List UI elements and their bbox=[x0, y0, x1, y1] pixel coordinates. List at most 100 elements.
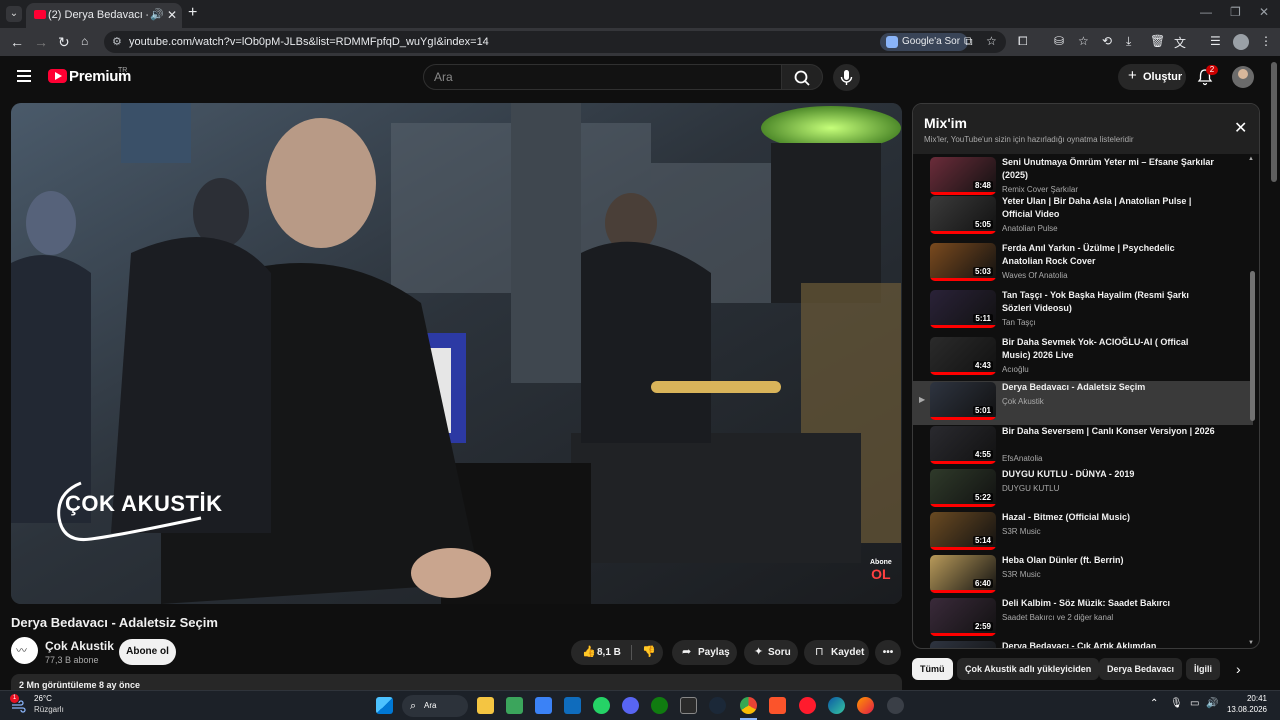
ask-button[interactable]: ✦ Soru bbox=[744, 640, 798, 665]
cast-icon[interactable]: ⧉ bbox=[964, 34, 973, 49]
chrome-menu-icon[interactable]: ⋮ bbox=[1260, 34, 1272, 48]
playlist-item[interactable]: 5:22 DUYGU KUTLU - DÜNYA - 2019 DUYGU KUTL… bbox=[913, 468, 1253, 512]
minimize-icon[interactable]: — bbox=[1200, 5, 1212, 19]
site-info-icon[interactable]: ⚙ bbox=[112, 35, 122, 48]
channel-name[interactable]: Çok Akustik bbox=[45, 639, 114, 653]
playlist-item[interactable]: 6:40 Heba Olan Dünler (ft. Berrin) S3R Mus… bbox=[913, 554, 1253, 598]
playlist-item-title[interactable]: Heba Olan Dünler (ft. Berrin) bbox=[1002, 554, 1217, 567]
ask-google-button[interactable]: Google'a Sor bbox=[880, 33, 969, 51]
more-actions-button[interactable]: ••• bbox=[875, 640, 901, 665]
bookmarks-icon[interactable]: ☆ bbox=[1078, 34, 1089, 48]
playlist-thumbnail[interactable]: 4:43 bbox=[930, 337, 996, 375]
youtube-logo-icon[interactable] bbox=[48, 69, 67, 83]
scroll-down-icon[interactable]: ▼ bbox=[1248, 640, 1254, 646]
playlist-item-title[interactable]: Bir Daha Seversem | Canlı Konser Versiyo… bbox=[1002, 425, 1217, 438]
volume-icon[interactable]: 🔊 bbox=[1206, 698, 1218, 709]
chrome-icon[interactable] bbox=[740, 697, 757, 714]
address-bar[interactable]: ⚙ youtube.com/watch?v=lOb0pM-JLBs&list=R… bbox=[104, 31, 1006, 53]
new-tab-button[interactable]: + bbox=[188, 4, 197, 22]
app-icon[interactable] bbox=[506, 697, 523, 714]
close-tab-icon[interactable]: ✕ bbox=[167, 8, 177, 22]
voice-search-button[interactable] bbox=[833, 64, 860, 91]
playlist-thumbnail[interactable]: 4:55 bbox=[930, 426, 996, 464]
playlist-item-title[interactable]: Deli Kalbim - Söz Müzik: Saadet Bakırcı bbox=[1002, 597, 1217, 610]
playlist-item[interactable]: 4:55 Bir Daha Seversem | Canlı Konser Ver… bbox=[913, 425, 1253, 469]
menu-icon[interactable] bbox=[17, 70, 31, 82]
playlist-item-title[interactable]: Ferda Anıl Yarkın - Üzülme | Psychedelic… bbox=[1002, 242, 1217, 268]
playlist-item-title[interactable]: Derya Bedavacı - Adaletsiz Seçim bbox=[1002, 381, 1217, 394]
playlist-thumbnail[interactable]: 5:11 bbox=[930, 290, 996, 328]
create-button[interactable]: + Oluştur bbox=[1118, 64, 1186, 90]
playlist-item[interactable]: 4:43 Bir Daha Sevmek Yok- ACIOĞLU-AI ( Of… bbox=[913, 336, 1253, 380]
whatsapp-icon[interactable] bbox=[593, 697, 610, 714]
close-window-icon[interactable]: ✕ bbox=[1259, 5, 1269, 19]
search-input[interactable] bbox=[434, 69, 764, 85]
windows-start-icon[interactable] bbox=[376, 697, 393, 714]
playlist-item[interactable]: Derya Bedavacı - Çık Artık Aklımdan bbox=[913, 640, 1253, 648]
url-text[interactable]: youtube.com/watch?v=lOb0pM-JLBs&list=RDM… bbox=[129, 36, 489, 48]
save-button[interactable]: ⊓ Kaydet bbox=[804, 640, 869, 665]
playlist-item-title[interactable]: Yeter Ulan | Bir Daha Asla | Anatolian P… bbox=[1002, 195, 1217, 221]
brave-icon[interactable] bbox=[769, 697, 786, 714]
filter-chip[interactable]: Tümü bbox=[912, 658, 953, 680]
playlist-thumbnail[interactable]: 8:48 bbox=[930, 157, 996, 195]
network-icon[interactable]: ▭ bbox=[1190, 698, 1199, 709]
scroll-up-icon[interactable]: ▲ bbox=[1248, 156, 1254, 162]
channel-avatar[interactable] bbox=[11, 637, 38, 664]
firefox-icon[interactable] bbox=[857, 697, 874, 714]
playlist-item[interactable]: 2:59 Deli Kalbim - Söz Müzik: Saadet Bakı… bbox=[913, 597, 1253, 641]
playlist-item-title[interactable]: Tan Taşçı - Yok Başka Hayalim (Resmi Şar… bbox=[1002, 289, 1217, 315]
playlist-thumbnail[interactable] bbox=[930, 641, 996, 648]
playlist-item[interactable]: 5:03 Ferda Anıl Yarkın - Üzülme | Psyched… bbox=[913, 242, 1253, 286]
reading-list-icon[interactable]: ☰ bbox=[1210, 34, 1221, 48]
store-icon[interactable] bbox=[535, 697, 552, 714]
subscribe-button[interactable]: Abone ol bbox=[119, 639, 176, 665]
download-icon[interactable]: ⤓ bbox=[1126, 34, 1131, 49]
file-explorer-icon[interactable] bbox=[477, 697, 494, 714]
account-avatar[interactable] bbox=[1232, 66, 1254, 88]
forward-icon[interactable]: → bbox=[34, 34, 48, 50]
clock-time[interactable]: 20:41 bbox=[1229, 694, 1267, 703]
home-icon[interactable]: ⌂ bbox=[81, 34, 88, 48]
filter-chip[interactable]: İlgili bbox=[1186, 658, 1220, 680]
like-icon[interactable]: 👍 bbox=[582, 640, 596, 665]
playlist-thumbnail[interactable]: 5:03 bbox=[930, 243, 996, 281]
playlist-thumbnail[interactable]: 6:40 bbox=[930, 555, 996, 593]
playlist-item[interactable]: ▶ 5:01 Derya Bedavacı - Adaletsiz Seçim Çok… bbox=[913, 381, 1253, 425]
search-button[interactable] bbox=[781, 64, 823, 90]
subscribe-overlay-badge[interactable]: Abone OL bbox=[870, 559, 892, 582]
tab-search-button[interactable]: ⌄ bbox=[6, 6, 22, 22]
epic-games-icon[interactable] bbox=[680, 697, 697, 714]
playlist-title[interactable]: Mix'im bbox=[924, 115, 967, 131]
playlist-thumbnail[interactable]: 5:22 bbox=[930, 469, 996, 507]
video-player[interactable]: ÇOK AKUSTİK Abone OL bbox=[11, 103, 902, 604]
history-icon[interactable]: ⟲ bbox=[1102, 34, 1112, 48]
chips-next-icon[interactable]: › bbox=[1236, 661, 1241, 677]
filter-chip[interactable]: Çok Akustik adlı yükleyiciden bbox=[957, 658, 1100, 680]
playlist-item[interactable]: 5:14 Hazal - Bitmez (Official Music) S3R M… bbox=[913, 511, 1253, 555]
playlist-scrollbar[interactable] bbox=[1250, 271, 1255, 421]
discord-icon[interactable] bbox=[622, 697, 639, 714]
playlist-item-title[interactable]: Seni Unutmaya Ömrüm Yeter mi – Efsane Şa… bbox=[1002, 156, 1217, 182]
browser-tab-active[interactable]: (2) Derya Bedavacı - Adalet 🔊 ✕ bbox=[26, 3, 182, 28]
tray-overflow-icon[interactable]: ⌃ bbox=[1150, 698, 1158, 709]
edge-icon[interactable] bbox=[828, 697, 845, 714]
xbox-icon[interactable] bbox=[651, 697, 668, 714]
playlist-item-title[interactable]: Derya Bedavacı - Çık Artık Aklımdan bbox=[1002, 640, 1217, 648]
extensions-icon[interactable]: ⧠ bbox=[1018, 34, 1028, 49]
taskbar-search[interactable]: Ara bbox=[402, 695, 468, 717]
filter-chip[interactable]: Derya Bedavacı bbox=[1099, 658, 1183, 680]
playlist-item-title[interactable]: Hazal - Bitmez (Official Music) bbox=[1002, 511, 1217, 524]
playlist-thumbnail[interactable]: 5:01 bbox=[930, 382, 996, 420]
weather-widget[interactable]: 1 bbox=[10, 694, 26, 713]
speaker-icon[interactable]: 🔊 bbox=[150, 8, 164, 21]
playlist-thumbnail[interactable]: 5:05 bbox=[930, 196, 996, 234]
share-button[interactable]: ➦ Paylaş bbox=[672, 640, 737, 665]
bookmark-star-icon[interactable]: ☆ bbox=[986, 34, 997, 48]
playlist-thumbnail[interactable]: 5:14 bbox=[930, 512, 996, 550]
steam-icon[interactable] bbox=[709, 697, 726, 714]
chrome-dev-icon[interactable] bbox=[887, 697, 904, 714]
playlist-item-title[interactable]: DUYGU KUTLU - DÜNYA - 2019 bbox=[1002, 468, 1217, 481]
like-count[interactable]: 8,1 B bbox=[597, 640, 621, 665]
playlist-item-title[interactable]: Bir Daha Sevmek Yok- ACIOĞLU-AI ( Offica… bbox=[1002, 336, 1217, 362]
